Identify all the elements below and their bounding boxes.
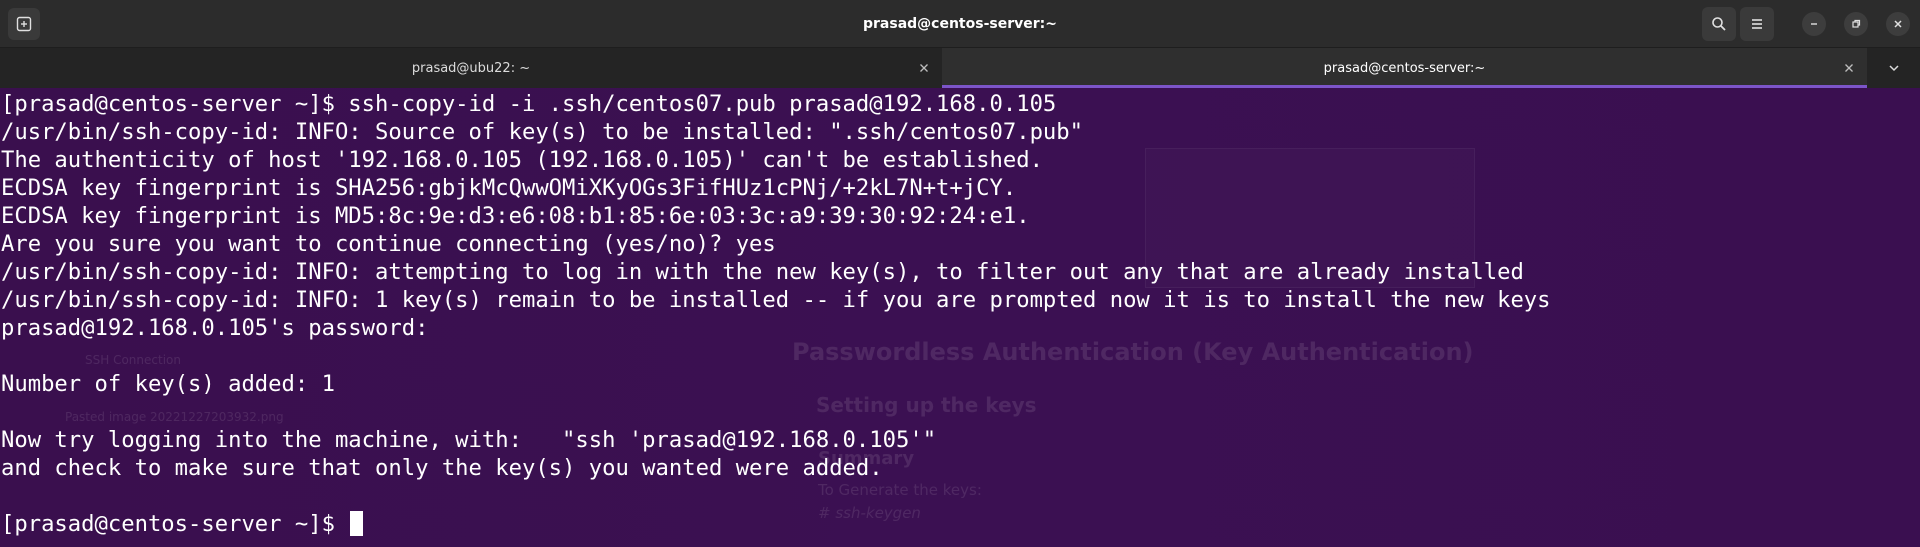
terminal-line: Are you sure you want to continue connec… bbox=[1, 231, 776, 257]
tab-ubu22[interactable]: prasad@ubu22: ~ bbox=[0, 48, 942, 88]
tab-close-button[interactable] bbox=[916, 60, 932, 76]
search-icon bbox=[1712, 17, 1726, 31]
tab-centos-server[interactable]: prasad@centos-server:~ bbox=[942, 48, 1867, 88]
window-title: prasad@centos-server:~ bbox=[863, 15, 1057, 32]
terminal-line: ECDSA key fingerprint is SHA256:gbjkMcQw… bbox=[1, 175, 1017, 201]
minimize-button[interactable] bbox=[1802, 12, 1826, 36]
tab-list-dropdown[interactable] bbox=[1867, 48, 1920, 88]
chevron-down-icon bbox=[1888, 65, 1899, 72]
new-tab-icon bbox=[16, 16, 32, 32]
terminal-line: [prasad@centos-server ~]$ ssh-copy-id -i… bbox=[1, 91, 1057, 117]
close-icon bbox=[1894, 20, 1902, 28]
hamburger-menu-icon bbox=[1752, 19, 1762, 29]
terminal-line: Now try logging into the machine, with: … bbox=[1, 427, 937, 453]
shell-prompt: [prasad@centos-server ~]$ bbox=[1, 511, 349, 537]
maximize-button[interactable] bbox=[1844, 12, 1868, 36]
close-icon bbox=[1845, 64, 1853, 72]
terminal-line: /usr/bin/ssh-copy-id: INFO: attempting t… bbox=[1, 259, 1524, 285]
terminal-line: The authenticity of host '192.168.0.105 … bbox=[1, 147, 1043, 173]
menu-button[interactable] bbox=[1740, 7, 1774, 41]
search-button[interactable] bbox=[1702, 7, 1736, 41]
close-icon bbox=[920, 64, 928, 72]
close-window-button[interactable] bbox=[1886, 12, 1910, 36]
terminal-line: /usr/bin/ssh-copy-id: INFO: 1 key(s) rem… bbox=[1, 287, 1551, 313]
terminal-line: /usr/bin/ssh-copy-id: INFO: Source of ke… bbox=[1, 119, 1083, 145]
terminal-line: Number of key(s) added: 1 bbox=[1, 371, 335, 397]
terminal-line: ECDSA key fingerprint is MD5:8c:9e:d3:e6… bbox=[1, 203, 1030, 229]
terminal-window: prasad@centos-server:~ prasad@ubu22: ~ p… bbox=[0, 0, 1920, 547]
terminal-prompt-line[interactable]: [prasad@centos-server ~]$ bbox=[1, 510, 1920, 538]
terminal-output[interactable]: Passwordless Authentication (Key Authent… bbox=[0, 88, 1920, 547]
title-bar: prasad@centos-server:~ bbox=[0, 0, 1920, 48]
terminal-line: prasad@192.168.0.105's password: bbox=[1, 315, 429, 341]
terminal-line: and check to make sure that only the key… bbox=[1, 455, 883, 481]
text-cursor bbox=[350, 511, 364, 536]
tab-label: prasad@ubu22: ~ bbox=[411, 60, 531, 76]
tab-close-button[interactable] bbox=[1841, 60, 1857, 76]
minimize-icon bbox=[1811, 23, 1817, 25]
new-tab-button[interactable] bbox=[8, 8, 40, 40]
tab-bar: prasad@ubu22: ~ prasad@centos-server:~ bbox=[0, 48, 1920, 88]
tab-label: prasad@centos-server:~ bbox=[1323, 60, 1486, 76]
restore-icon bbox=[1852, 19, 1861, 28]
